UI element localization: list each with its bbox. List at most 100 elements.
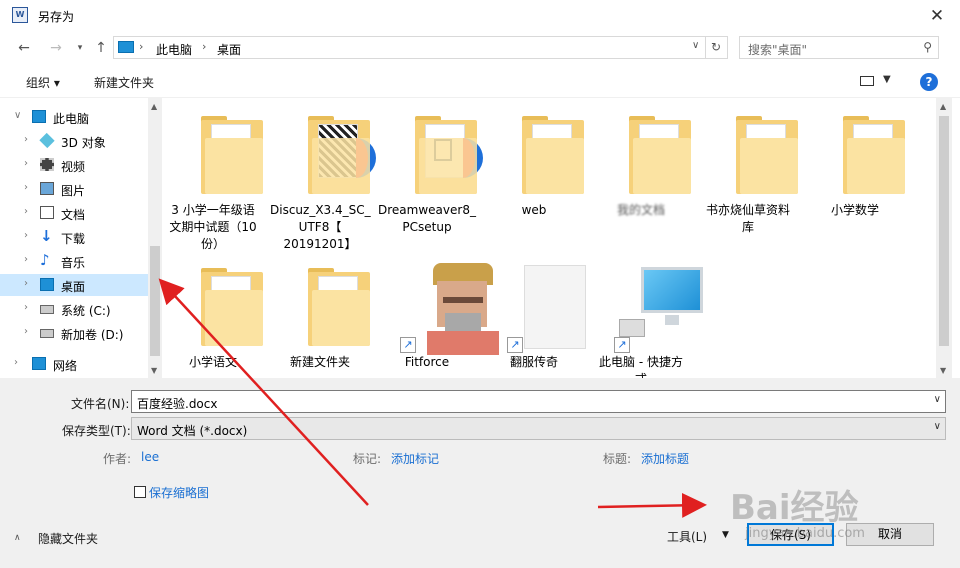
content-scrollbar[interactable]: ▲ ▼ bbox=[936, 98, 952, 378]
tags-value[interactable]: 添加标记 bbox=[391, 450, 439, 467]
desktop-icon bbox=[40, 278, 54, 291]
chevron-down-icon[interactable]: ∨ bbox=[934, 421, 941, 432]
up-arrow-icon[interactable]: ↑ bbox=[91, 38, 111, 58]
tools-menu[interactable]: 工具(L) bbox=[667, 528, 707, 545]
scrollbar-thumb[interactable] bbox=[150, 246, 160, 356]
address-dropdown-icon[interactable]: ∨ bbox=[692, 40, 699, 51]
scroll-up-icon[interactable]: ▲ bbox=[151, 102, 157, 111]
view-dropdown-icon[interactable]: ▼ bbox=[883, 74, 891, 85]
folder-icon bbox=[308, 116, 376, 194]
list-item[interactable]: ↗ 此电脑 - 快捷方式 bbox=[591, 263, 703, 378]
drive-icon bbox=[40, 329, 54, 338]
file-name: Discuz_X3.4_SC_ UTF8【 20191201】 bbox=[270, 203, 371, 251]
file-name: Fitforce bbox=[404, 355, 450, 369]
sidebar-item-drive-c[interactable]: › 系统 (C:) bbox=[0, 298, 148, 320]
list-item[interactable]: 新建文件夹 bbox=[270, 263, 370, 378]
chevron-right-icon[interactable]: › bbox=[24, 134, 28, 145]
new-folder-button[interactable]: 新建文件夹 bbox=[94, 74, 154, 91]
list-item[interactable]: 小学语文 bbox=[163, 263, 263, 378]
chevron-right-icon[interactable]: › bbox=[24, 302, 28, 313]
sidebar-item-drive-d[interactable]: › 新加卷 (D:) bbox=[0, 322, 148, 344]
file-name: 此电脑 - 快捷方式 bbox=[599, 355, 683, 378]
breadcrumb-this-pc[interactable]: 此电脑 bbox=[156, 41, 192, 58]
tools-dropdown-icon[interactable]: ▼ bbox=[722, 530, 729, 540]
shortcut-arrow-icon: ↗ bbox=[507, 337, 523, 353]
file-name: 小学数学 bbox=[830, 203, 879, 217]
filename-field[interactable]: 百度经验.docx ∨ bbox=[131, 390, 946, 413]
sidebar-item-videos[interactable]: › 视频 bbox=[0, 154, 148, 176]
file-list: 3 小学一年级语 文期中试题（10 份） Discuz_X3.4_SC_ UTF8【 2… bbox=[163, 98, 936, 378]
close-button[interactable]: ✕ bbox=[922, 2, 952, 30]
chevron-right-icon[interactable]: › bbox=[24, 182, 28, 193]
list-item[interactable]: Dreamweaver8_ PCsetup bbox=[377, 98, 483, 258]
chevron-down-icon[interactable]: ∨ bbox=[934, 394, 941, 405]
hide-folders-toggle[interactable]: 隐藏文件夹 bbox=[38, 530, 98, 547]
chevron-right-icon[interactable]: › bbox=[24, 278, 28, 289]
chevron-down-icon[interactable]: ∨ bbox=[14, 110, 21, 121]
network-icon bbox=[32, 357, 46, 370]
scroll-down-icon[interactable]: ▼ bbox=[151, 366, 157, 375]
folder-icon bbox=[736, 116, 798, 194]
chevron-right-icon[interactable]: › bbox=[24, 206, 28, 217]
list-item[interactable]: web bbox=[484, 98, 584, 258]
sidebar-item-documents[interactable]: › 文档 bbox=[0, 202, 148, 224]
folder-icon bbox=[201, 268, 263, 346]
list-item[interactable]: 我的文档 bbox=[591, 98, 691, 258]
computer-icon bbox=[118, 41, 134, 53]
video-icon bbox=[40, 158, 54, 171]
list-item[interactable]: ↗ 翻服传奇 bbox=[484, 263, 586, 378]
music-icon: ♪ bbox=[40, 251, 50, 269]
chevron-right-icon[interactable]: › bbox=[24, 230, 28, 241]
list-item[interactable]: Discuz_X3.4_SC_ UTF8【 20191201】 bbox=[270, 98, 376, 258]
file-type-select[interactable]: Word 文档 (*.docx) ∨ bbox=[131, 417, 946, 440]
list-item[interactable]: ↗ Fitforce bbox=[377, 263, 499, 378]
save-thumbnail-label[interactable]: 保存缩略图 bbox=[149, 484, 209, 501]
chevron-right-icon[interactable]: › bbox=[24, 158, 28, 169]
sidebar-item-this-pc[interactable]: ∨ 此电脑 bbox=[0, 106, 148, 128]
watermark-url: jingyan.baidu.com bbox=[745, 526, 865, 541]
refresh-button[interactable]: ↻ bbox=[705, 36, 728, 59]
sidebar-item-label: 桌面 bbox=[61, 280, 86, 294]
file-name: 新建文件夹 bbox=[289, 355, 350, 369]
filename-value: 百度经验.docx bbox=[137, 397, 218, 411]
author-value[interactable]: lee bbox=[141, 450, 159, 464]
file-type-label: 保存类型(T): bbox=[62, 424, 131, 438]
chevron-right-icon[interactable]: › bbox=[24, 326, 28, 337]
sidebar-item-music[interactable]: › ♪ 音乐 bbox=[0, 250, 148, 272]
baidu-jingyan-watermark: Bai经验 bbox=[730, 488, 859, 528]
address-bar[interactable]: › 此电脑 › 桌面 ∨ bbox=[113, 36, 706, 59]
sidebar-item-pictures[interactable]: › 图片 bbox=[0, 178, 148, 200]
sidebar-item-network[interactable]: › 网络 bbox=[0, 353, 148, 375]
breadcrumb-desktop[interactable]: 桌面 bbox=[217, 41, 241, 58]
list-item[interactable]: 书亦烧仙草资料库 bbox=[698, 98, 798, 258]
chevron-right-icon[interactable]: › bbox=[24, 254, 28, 265]
view-mode-icon[interactable] bbox=[860, 76, 874, 86]
sidebar-item-downloads[interactable]: › ↓ 下载 bbox=[0, 226, 148, 248]
title-value[interactable]: 添加标题 bbox=[641, 450, 689, 467]
scroll-up-icon[interactable]: ▲ bbox=[940, 102, 946, 111]
sidebar-item-label: 此电脑 bbox=[53, 112, 90, 126]
list-item[interactable]: 小学数学 bbox=[805, 98, 905, 258]
forward-arrow-icon[interactable]: → bbox=[46, 38, 66, 58]
sidebar-scrollbar[interactable]: ▲ ▼ bbox=[148, 98, 162, 378]
sidebar-item-label: 3D 对象 bbox=[61, 136, 106, 150]
chevron-right-icon[interactable]: › bbox=[14, 357, 18, 368]
save-thumbnail-checkbox[interactable] bbox=[134, 486, 146, 498]
sidebar-item-label: 系统 (C:) bbox=[61, 304, 111, 318]
help-icon[interactable]: ? bbox=[920, 73, 938, 91]
sidebar-item-desktop[interactable]: › 桌面 bbox=[0, 274, 148, 296]
monitor-stand bbox=[665, 315, 679, 325]
chevron-right-icon: › bbox=[139, 40, 144, 53]
sidebar-item-3d-objects[interactable]: › 3D 对象 bbox=[0, 130, 148, 152]
back-arrow-icon[interactable]: ← bbox=[14, 38, 34, 58]
scroll-down-icon[interactable]: ▼ bbox=[940, 366, 946, 375]
recent-dropdown-icon[interactable]: ▾ bbox=[70, 38, 90, 58]
tags-label: 标记: bbox=[353, 452, 382, 466]
file-name: Dreamweaver8_ PCsetup bbox=[378, 203, 476, 234]
search-input[interactable]: 搜索"桌面" ⚲ bbox=[739, 36, 939, 59]
list-item[interactable]: 3 小学一年级语 文期中试题（10 份） bbox=[163, 98, 263, 258]
scrollbar-thumb[interactable] bbox=[939, 116, 949, 346]
chevron-up-icon[interactable]: ∧ bbox=[14, 533, 21, 543]
organize-button[interactable]: 组织 ▾ bbox=[26, 74, 60, 91]
title-label: 标题: bbox=[603, 452, 632, 466]
